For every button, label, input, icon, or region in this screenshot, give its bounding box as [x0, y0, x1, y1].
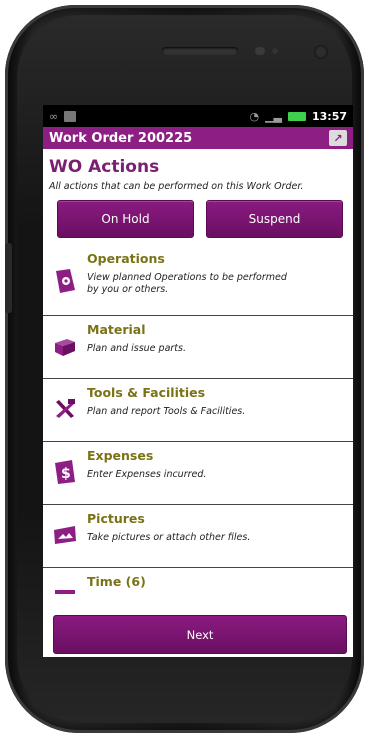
wifi-icon: ◔ [249, 109, 260, 123]
list-item-label: Time (6) [87, 574, 146, 589]
signal-icon: ▁▃ [265, 109, 282, 123]
list-item-label: Tools & Facilities [87, 385, 206, 400]
suspend-button[interactable]: Suspend [206, 200, 343, 238]
phone-screen: ∞ ◔ ▁▃ 13:57 Work Order 200225 ↗ WO Acti… [43, 105, 353, 657]
list-item-label: Expenses [87, 448, 154, 463]
app-title-bar: Work Order 200225 ↗ [43, 127, 353, 149]
list-item-description: Take pictures or attach other files. [87, 532, 251, 543]
battery-icon [287, 111, 306, 121]
light-sensor [272, 48, 278, 54]
status-clock: 13:57 [311, 109, 347, 123]
dollar-document-icon: $ [51, 458, 79, 486]
list-item-description: Plan and report Tools & Facilities. [87, 406, 246, 417]
status-bar: ∞ ◔ ▁▃ 13:57 [43, 105, 353, 127]
page-subtitle: All actions that can be performed on thi… [49, 181, 304, 192]
app-menu-icon[interactable]: ↗ [329, 130, 347, 146]
picture-icon [51, 521, 79, 549]
on-hold-button[interactable]: On Hold [57, 200, 194, 238]
voicemail-icon: ∞ [49, 109, 59, 123]
list-item-material[interactable]: Material Plan and issue parts. [43, 316, 353, 379]
list-item-tools[interactable]: Tools & Facilities Plan and report Tools… [43, 379, 353, 442]
proximity-sensor [255, 47, 265, 55]
volume-button [5, 243, 12, 313]
app-title: Work Order 200225 [49, 130, 193, 146]
actions-list: Operations View planned Operations to be… [43, 245, 353, 631]
gear-document-icon [51, 267, 79, 295]
list-item-label: Material [87, 322, 146, 337]
front-camera [314, 45, 328, 59]
next-button-container: Next [53, 615, 347, 654]
svg-text:$: $ [61, 466, 71, 482]
list-item-pictures[interactable]: Pictures Take pictures or attach other f… [43, 505, 353, 568]
list-item-description: Plan and issue parts. [87, 343, 186, 354]
list-item-expenses[interactable]: $ Expenses Enter Expenses incurred. [43, 442, 353, 505]
list-item-operations[interactable]: Operations View planned Operations to be… [43, 245, 353, 316]
speaker-grille [162, 47, 238, 55]
next-button[interactable]: Next [53, 615, 347, 654]
page-title: WO Actions [49, 157, 160, 177]
action-buttons: On Hold Suspend [43, 200, 353, 238]
list-item-label: Operations [87, 251, 165, 266]
notification-icon [64, 110, 77, 122]
list-item-label: Pictures [87, 511, 145, 526]
box-icon [51, 332, 79, 360]
list-item-description: View planned Operations to be performed … [87, 272, 287, 295]
list-item-description: Enter Expenses incurred. [87, 469, 207, 480]
tools-icon [51, 395, 79, 423]
